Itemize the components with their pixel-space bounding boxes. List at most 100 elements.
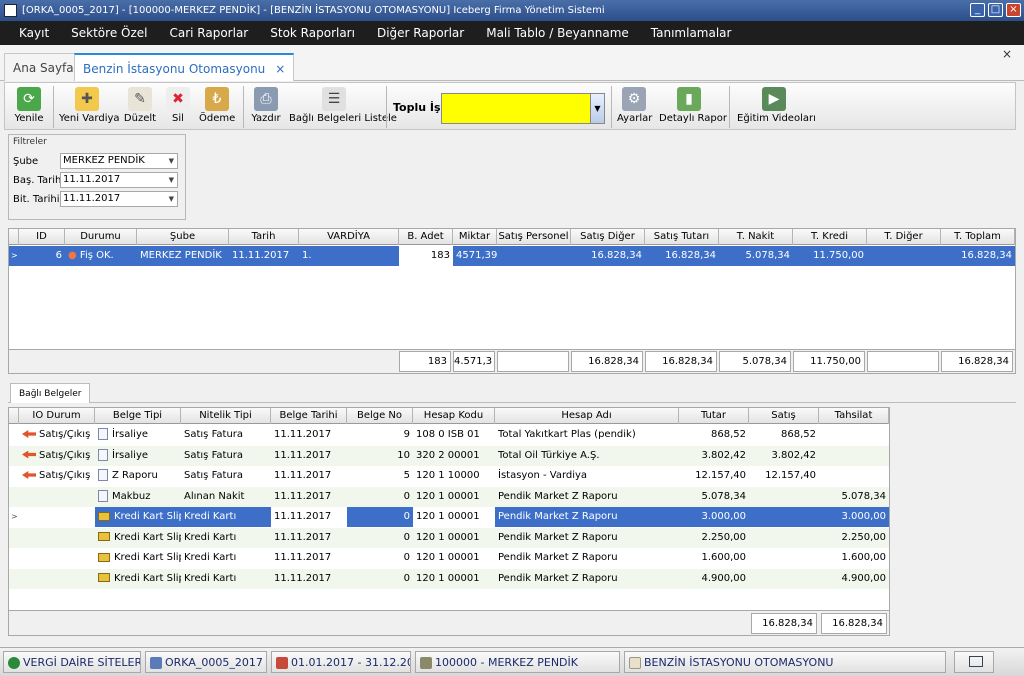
odeme-button[interactable]: ₺ Ödeme (199, 85, 235, 129)
menu-sektore-ozel[interactable]: Sektöre Özel (60, 26, 158, 40)
doc-row[interactable]: Kredi Kart Slip Kredi Kartı 11.11.2017 0 120… (9, 527, 889, 548)
col-satis-diger[interactable]: Satış Diğer (571, 229, 645, 245)
doc-row[interactable]: Satış/Çıkış İrsaliye Satış Fatura 11.11.201… (9, 445, 889, 466)
cell-tarih-text: 11.11.2017 (274, 511, 332, 522)
period-status[interactable]: 01.01.2017 - 31.12.2017 (271, 651, 411, 673)
col-id[interactable]: ID (19, 229, 65, 245)
col-b-adet[interactable]: B. Adet (399, 229, 453, 245)
col-t-kredi[interactable]: T. Kredi (793, 229, 867, 245)
maximize-button[interactable]: □ (988, 3, 1003, 17)
cell-tahsilat: 5.078,34 (819, 487, 889, 507)
col-t-nakit[interactable]: T. Nakit (719, 229, 793, 245)
window-toggle-button[interactable] (954, 651, 994, 673)
col-sube[interactable]: Şube (137, 229, 229, 245)
branch-status[interactable]: 100000 - MERKEZ PENDİK (415, 651, 620, 673)
tab-benzin-istasyonu[interactable]: Benzin İstasyonu Otomasyonu × (74, 53, 294, 81)
module-status[interactable]: BENZİN İSTASYONU OTOMASYONU (624, 651, 946, 673)
col-satis-personel[interactable]: Satış Personel (497, 229, 571, 245)
sil-button[interactable]: ✖ Sil (165, 85, 191, 129)
col-tarih[interactable]: Tarih (229, 229, 299, 245)
database-status[interactable]: ORKA_0005_2017 (145, 651, 267, 673)
vergi-daire-button[interactable]: VERGİ DAİRE SİTELERİ (3, 651, 141, 673)
cell-no-text: 0 (403, 490, 410, 502)
cell-tip: Kredi Kart Slip (95, 528, 181, 548)
menu-mali-tablo[interactable]: Mali Tablo / Beyanname (475, 26, 640, 40)
cell-tip: Kredi Kart Slip (95, 569, 181, 589)
col-durumu[interactable]: Durumu (65, 229, 137, 245)
menu-tanimlamalar[interactable]: Tanımlamalar (640, 26, 743, 40)
vardiya-row[interactable]: > 6 ● Fiş OK. MERKEZ PENDİK 11.11.2017 1… (9, 246, 1015, 266)
footer-satis-personel (497, 351, 569, 372)
col-miktar[interactable]: Miktar (453, 229, 497, 245)
cell-durumu-text: Fiş OK. (79, 250, 114, 261)
col-vardiya[interactable]: VARDİYA (299, 229, 399, 245)
bas-tarihi-field[interactable]: 11.11.2017 ▼ (60, 172, 178, 188)
col-t-diger[interactable]: T. Diğer (867, 229, 941, 245)
col-t-toplam[interactable]: T. Toplam (941, 229, 1015, 245)
sube-select[interactable]: MERKEZ PENDİK ▼ (60, 153, 178, 169)
menu-stok-raporlari[interactable]: Stok Raporları (259, 26, 366, 40)
bit-tarihi-field[interactable]: 11.11.2017 ▼ (60, 191, 178, 207)
cell-nitelik-text: Satış Fatura (184, 449, 244, 461)
yenile-button[interactable]: ⟳ Yenile (9, 85, 49, 129)
cell-satis-personel (497, 246, 571, 266)
col-belge-tipi[interactable]: Belge Tipi (95, 408, 181, 424)
cell-b-adet[interactable]: 183 (399, 246, 453, 266)
cell-vardiya: 1. (302, 250, 312, 261)
tab-close-icon[interactable]: × (275, 62, 285, 76)
detayli-rapor-button[interactable]: ▮ Detaylı Rapor (659, 85, 727, 129)
menu-cari-raporlar[interactable]: Cari Raporlar (158, 26, 259, 40)
menu-diger-raporlar[interactable]: Diğer Raporlar (366, 26, 475, 40)
cell-tutar: 868,52 (679, 425, 749, 445)
col-satis[interactable]: Satış (749, 408, 819, 424)
document-icon (98, 469, 108, 481)
document-tab-bar: Ana Sayfa Benzin İstasyonu Otomasyonu × × (0, 45, 1024, 81)
cell-io: Satış/Çıkış (19, 446, 95, 466)
col-hesap-kodu[interactable]: Hesap Kodu (413, 408, 495, 424)
doc-row[interactable]: Satış/Çıkış Z Raporu Satış Fatura 11.11.201… (9, 466, 889, 486)
menu-kayit[interactable]: Kayıt (8, 26, 60, 40)
col-satis-tutari[interactable]: Satış Tutarı (645, 229, 719, 245)
toplu-is-dropdown[interactable]: ▼ (441, 93, 605, 124)
col-tahsilat[interactable]: Tahsilat (819, 408, 889, 424)
duzelt-button[interactable]: ✎ Düzelt (123, 85, 157, 129)
col-belge-tarihi[interactable]: Belge Tarihi (271, 408, 347, 424)
doc-row[interactable]: > Kredi Kart Slip Kredi Kartı 11.11.2017 0 12… (9, 507, 889, 527)
doc-row[interactable]: Kredi Kart Slip Kredi Kartı 11.11.2017 0 120… (9, 548, 889, 568)
footer-tahsilat: 16.828,34 (821, 613, 887, 634)
cell-satis (749, 507, 819, 527)
cell-tutar: 1.600,00 (679, 548, 749, 568)
cell-no-text: 0 (403, 511, 410, 522)
doc-row[interactable]: Kredi Kart Slip Kredi Kartı 11.11.2017 0 120… (9, 568, 889, 589)
cell-tarih-text: 11.11.2017 (274, 470, 332, 481)
yeni-vardiya-button[interactable]: ✚ Yeni Vardiya (59, 85, 120, 129)
cell-tutar-text: 2.250,00 (701, 531, 746, 543)
payment-icon: ₺ (205, 87, 229, 111)
duzelt-label: Düzelt (123, 113, 157, 124)
cell-kod-text: 120 1 10000 (416, 470, 480, 481)
cell-nitelik: Satış Fatura (181, 446, 271, 466)
yazdir-button[interactable]: ⎙ Yazdır (249, 85, 283, 129)
col-io-durum[interactable]: IO Durum (19, 408, 95, 424)
ayarlar-button[interactable]: ⚙ Ayarlar (617, 85, 652, 129)
col-nitelik-tipi[interactable]: Nitelik Tipi (181, 408, 271, 424)
cell-no: 0 (347, 528, 413, 548)
footer-t-diger (867, 351, 939, 372)
bagli-belgeleri-listele-button[interactable]: ☰ Bağlı Belgeleri Listele (289, 85, 397, 129)
refresh-icon: ⟳ (17, 87, 41, 111)
tab-ana-sayfa[interactable]: Ana Sayfa (4, 53, 83, 81)
egitim-videolari-button[interactable]: ▶ Eğitim Videoları (737, 85, 816, 129)
chevron-down-icon[interactable]: ▼ (590, 94, 604, 123)
cell-nitelik: Satış Fatura (181, 425, 271, 445)
close-window-button[interactable]: × (1006, 3, 1021, 17)
doc-row[interactable]: Satış/Çıkış İrsaliye Satış Fatura 11.11.201… (9, 425, 889, 445)
tab-bagli-belgeler[interactable]: Bağlı Belgeler (10, 383, 91, 403)
col-belge-no[interactable]: Belge No (347, 408, 413, 424)
doc-row[interactable]: Makbuz Alınan Nakit 11.11.2017 0 120 1 00001… (9, 486, 889, 507)
cell-tutar-text: 1.600,00 (701, 552, 746, 563)
col-tutar[interactable]: Tutar (679, 408, 749, 424)
cell-tip: İrsaliye (95, 425, 181, 445)
col-hesap-adi[interactable]: Hesap Adı (495, 408, 679, 424)
panel-close-icon[interactable]: × (1002, 47, 1012, 61)
minimize-button[interactable]: _ (970, 3, 985, 17)
